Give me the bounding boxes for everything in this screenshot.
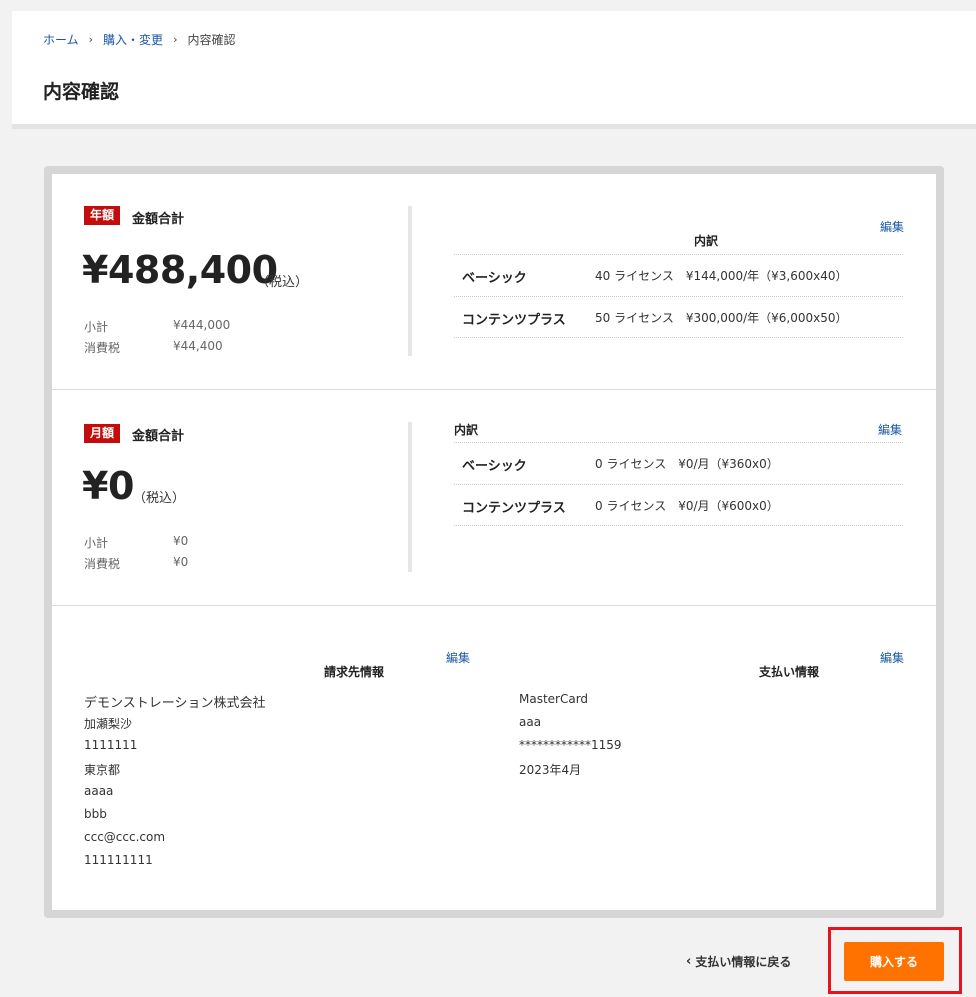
monthly-edit-link[interactable]: 編集 <box>878 421 902 438</box>
monthly-breakdown-title: 内訳 <box>454 423 479 437</box>
breakdown-row: コンテンツプラス 0 ライセンス ¥0/月（¥600x0） <box>454 484 903 526</box>
plan-name: コンテンツプラス <box>462 501 566 516</box>
breakdown-row: ベーシック 0 ライセンス ¥0/月（¥360x0） <box>454 442 903 484</box>
annual-section: 年額 金額合計 ¥488,400 （税込） 小計 ¥444,000 消費税 ¥4… <box>52 174 936 389</box>
monthly-tax-value: ¥0 <box>173 555 189 569</box>
annual-edit-link[interactable]: 編集 <box>880 218 904 235</box>
billing-payment-section: 編集 請求先情報 デモンストレーション株式会社 加瀬梨沙 1111111 東京都… <box>52 606 936 910</box>
billing-email: ccc@ccc.com <box>84 830 166 844</box>
billing-postal: 1111111 <box>84 738 138 752</box>
billing-phone: 111111111 <box>84 853 153 867</box>
billing-address2: bbb <box>84 807 107 821</box>
chevron-right-icon: › <box>173 33 178 46</box>
billing-edit-link[interactable]: 編集 <box>446 649 470 666</box>
back-to-payment-link[interactable]: ‹ 支払い情報に戻る <box>686 953 791 970</box>
monthly-tax-note: （税込） <box>133 491 186 506</box>
payment-card-brand: MasterCard <box>519 692 589 706</box>
plan-name: ベーシック <box>462 271 527 286</box>
monthly-section: 月額 金額合計 ¥0 （税込） 小計 ¥0 消費税 ¥0 内訳 編集 ベーシック… <box>52 390 936 605</box>
breadcrumb-purchase-link[interactable]: 購入・変更 <box>103 31 163 48</box>
plan-detail: 0 ライセンス ¥0/月（¥600x0） <box>595 499 779 513</box>
vertical-divider <box>408 422 412 572</box>
annual-subtotal-label: 小計 <box>84 320 109 334</box>
monthly-total-amount: ¥0 <box>82 464 134 508</box>
annual-tax-label: 消費税 <box>84 341 121 355</box>
billing-company: デモンストレーション株式会社 <box>84 696 266 711</box>
billing-title: 請求先情報 <box>324 665 385 679</box>
annual-tax-note: （税込） <box>256 275 309 290</box>
monthly-tax-label: 消費税 <box>84 557 121 571</box>
payment-edit-link[interactable]: 編集 <box>880 649 904 666</box>
billing-prefecture: 東京都 <box>84 763 121 777</box>
annual-subtotal-value: ¥444,000 <box>173 318 231 332</box>
annual-tag: 年額 <box>84 206 121 225</box>
chevron-left-icon: ‹ <box>686 954 692 969</box>
confirmation-card-frame: 年額 金額合計 ¥488,400 （税込） 小計 ¥444,000 消費税 ¥4… <box>44 166 944 918</box>
payment-card-number: ************1159 <box>519 738 622 752</box>
breadcrumb: ホーム › 購入・変更 › 内容確認 <box>43 31 235 48</box>
breadcrumb-current: 内容確認 <box>187 33 236 47</box>
page-title: 内容確認 <box>43 81 120 103</box>
annual-total-label: 金額合計 <box>132 212 185 227</box>
annual-breakdown-title: 内訳 <box>694 234 719 248</box>
annual-total-amount: ¥488,400 <box>82 248 278 292</box>
back-link-label: 支払い情報に戻る <box>695 955 792 969</box>
plan-detail: 0 ライセンス ¥0/月（¥360x0） <box>595 457 779 471</box>
breakdown-row: コンテンツプラス 50 ライセンス ¥300,000/年（¥6,000x50） <box>454 296 903 338</box>
plan-name: コンテンツプラス <box>462 313 566 328</box>
payment-card-expiry: 2023年4月 <box>519 763 582 777</box>
payment-title: 支払い情報 <box>759 665 820 679</box>
monthly-subtotal-label: 小計 <box>84 536 109 550</box>
chevron-right-icon: › <box>88 33 94 46</box>
page-header: ホーム › 購入・変更 › 内容確認 内容確認 <box>12 11 976 129</box>
breakdown-row: ベーシック 40 ライセンス ¥144,000/年（¥3,600x40） <box>454 254 903 296</box>
plan-detail: 50 ライセンス ¥300,000/年（¥6,000x50） <box>595 311 848 325</box>
payment-card-holder: aaa <box>519 715 542 729</box>
billing-name: 加瀬梨沙 <box>84 717 133 731</box>
annual-tax-value: ¥44,400 <box>173 339 223 353</box>
billing-address1: aaaa <box>84 784 114 798</box>
vertical-divider <box>408 206 412 356</box>
purchase-button[interactable]: 購入する <box>844 942 944 981</box>
monthly-tag: 月額 <box>84 424 121 443</box>
breadcrumb-home-link[interactable]: ホーム <box>43 31 79 48</box>
confirmation-card: 年額 金額合計 ¥488,400 （税込） 小計 ¥444,000 消費税 ¥4… <box>52 174 936 910</box>
plan-detail: 40 ライセンス ¥144,000/年（¥3,600x40） <box>595 269 848 283</box>
monthly-total-label: 金額合計 <box>132 429 185 444</box>
plan-name: ベーシック <box>462 459 527 474</box>
monthly-subtotal-value: ¥0 <box>173 534 189 548</box>
